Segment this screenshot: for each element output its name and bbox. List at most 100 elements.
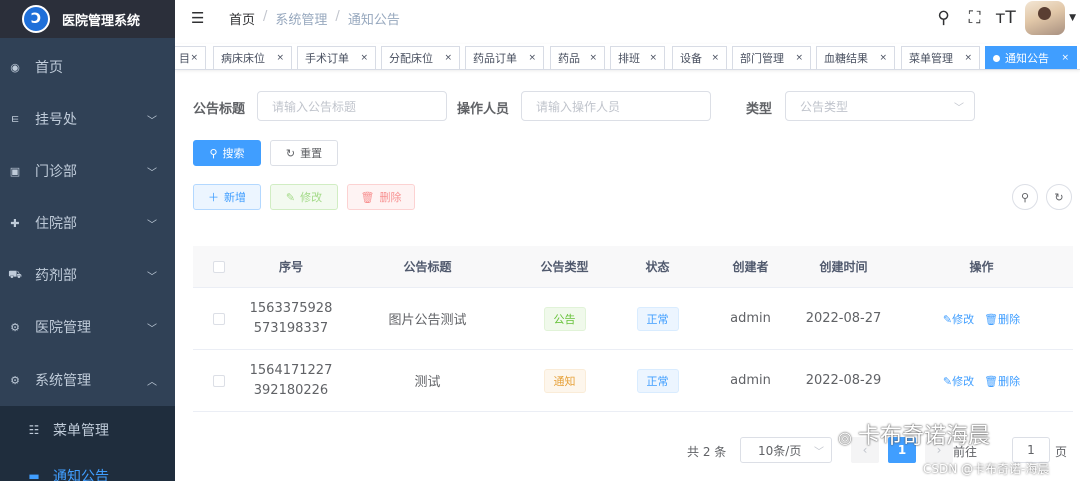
tag-item[interactable]: 药品 × (550, 46, 605, 69)
row-edit-link[interactable]: ✎修改 (943, 311, 974, 327)
sidebar-item-hospital-management[interactable]: ⚙ 医院管理 ﹀ (0, 301, 175, 353)
toggle-search-button[interactable]: ⚲ (1012, 184, 1038, 210)
tag-item[interactable]: 设备 × (672, 46, 727, 69)
tag-item[interactable]: 菜单管理 × (901, 46, 980, 69)
status-badge: 正常 (636, 306, 679, 331)
tags-view: 目 × 病床床位 × 手术订单 × 分配床位 × 药品订单 × 药品 × 排班 × 设备 × 部… (175, 44, 1080, 70)
tag-item[interactable]: 手术订单 × (297, 46, 376, 69)
dashboard-icon: ◉ (10, 60, 20, 74)
close-icon[interactable]: × (879, 53, 887, 63)
row-checkbox[interactable] (193, 288, 245, 349)
notice-title-input[interactable]: 请输入公告标题 (257, 91, 447, 121)
row-actions: ✎修改 🗑删除 (890, 350, 1073, 411)
gear-icon: ⚙ (10, 373, 20, 387)
gear-icon: ⚙ (10, 320, 20, 334)
row-checkbox[interactable] (193, 350, 245, 411)
row-delete-link[interactable]: 🗑删除 (984, 311, 1020, 327)
close-icon[interactable]: × (190, 53, 198, 63)
type-label: 类型 (746, 102, 773, 117)
row-created-time: 2022-08-27 (805, 311, 882, 326)
watermark-csdn: CSDN @卡布奇诺-海晨 (923, 462, 1050, 476)
tag-item[interactable]: 病床床位 × (213, 46, 292, 69)
tag-item[interactable]: 药品订单 × (465, 46, 544, 69)
edit-icon: ✎ (942, 374, 953, 388)
edit-icon: ✎ (285, 190, 296, 204)
register-icon: ㅌ (9, 113, 21, 126)
page-size-select[interactable]: 10条/页 ﹀ (740, 437, 832, 463)
table-row: 1564171227 392180226 测试 通知 正常 admin 2022-… (193, 350, 1073, 412)
row-type: 通知 (518, 350, 611, 411)
tag-item[interactable]: 目 × (175, 46, 206, 69)
select-all-checkbox[interactable] (193, 246, 245, 287)
sidebar-item-registration[interactable]: ㅌ 挂号处 ﹀ (0, 93, 175, 145)
pagination-total: 共 2 条 (687, 445, 727, 459)
refresh-button[interactable]: ↻ (1046, 184, 1072, 210)
delete-button[interactable]: 🗑 删除 (347, 184, 415, 210)
message-icon: ▬ (28, 469, 40, 481)
close-icon[interactable]: × (711, 53, 719, 63)
row-creator: admin (730, 311, 771, 326)
caret-down-icon[interactable]: ▼ (1069, 13, 1076, 23)
col-created-time: 创建时间 (819, 260, 868, 274)
chevron-down-icon: ﹀ (954, 102, 964, 114)
edit-button[interactable]: ✎ 修改 (270, 184, 338, 210)
sidebar-item-clinic[interactable]: ▣ 门诊部 ﹀ (0, 145, 175, 197)
close-icon[interactable]: × (444, 53, 452, 63)
cart-icon: ⛟ (8, 267, 22, 281)
search-icon[interactable]: ⚲ (928, 8, 959, 28)
tag-item[interactable]: 血糖结果 × (816, 46, 895, 69)
sidebar-item-pharmacy[interactable]: ⛟ 药剂部 ﹀ (0, 249, 175, 301)
close-icon[interactable]: × (589, 53, 597, 63)
search-button[interactable]: ⚲ 搜索 (193, 140, 261, 166)
table-row: 1563375928 573198337 图片公告测试 公告 正常 admin 2… (193, 288, 1073, 350)
avatar[interactable] (1025, 1, 1066, 35)
sidebar-item-system-management[interactable]: ⚙ 系统管理 ︿ (0, 354, 175, 406)
notice-title-label: 公告标题 (193, 102, 246, 117)
plus-icon: ＋ (208, 191, 219, 204)
sidebar-item-label: 通知公告 (53, 469, 109, 481)
breadcrumb-system: 系统管理 (275, 13, 328, 28)
tag-item-active[interactable]: 通知公告 × (985, 46, 1077, 69)
sidebar: Ɔ 医院管理系统 ◉ 首页 ㅌ 挂号处 ﹀ ▣ 门诊部 ﹀ ✚ 住院部 ﹀ ⛟ … (0, 0, 175, 481)
row-delete-link[interactable]: 🗑删除 (984, 373, 1020, 389)
sidebar-item-inpatient[interactable]: ✚ 住院部 ﹀ (0, 197, 175, 249)
hospital-logo-icon: Ɔ (22, 5, 50, 33)
edit-icon: ✎ (942, 312, 953, 326)
tag-item[interactable]: 分配床位 × (381, 46, 460, 69)
close-icon[interactable]: × (1061, 53, 1069, 63)
breadcrumb-home[interactable]: 首页 (229, 9, 255, 28)
trash-icon: 🗑 (984, 312, 999, 326)
fullscreen-icon[interactable]: ⛶ (959, 8, 990, 28)
close-icon[interactable]: × (528, 53, 536, 63)
tag-item[interactable]: 部门管理 × (732, 46, 811, 69)
close-icon[interactable]: × (360, 53, 368, 63)
font-size-icon[interactable]: ᴛT (990, 8, 1021, 28)
table-header: 序号 公告标题 公告类型 状态 创建者 创建时间 操作 (193, 246, 1073, 288)
sidebar-item-label: 住院部 (35, 216, 77, 232)
col-creator: 创建者 (732, 260, 769, 274)
chevron-down-icon: ﹀ (147, 219, 157, 231)
close-icon[interactable]: × (795, 53, 803, 63)
col-actions: 操作 (969, 260, 994, 274)
row-id: 1564171227 392180226 (249, 362, 333, 398)
reset-button[interactable]: ↻ 重置 (270, 140, 338, 166)
close-icon[interactable]: × (649, 53, 657, 63)
hamburger-icon[interactable]: ☰ (191, 9, 204, 27)
tag-item[interactable]: 排班 × (610, 46, 665, 69)
row-edit-link[interactable]: ✎修改 (943, 373, 974, 389)
active-dot-icon (993, 54, 1000, 62)
breadcrumb-current: 通知公告 (347, 13, 400, 28)
sidebar-item-home[interactable]: ◉ 首页 (0, 41, 175, 93)
refresh-icon: ↻ (285, 146, 296, 160)
operator-input[interactable]: 请输入操作人员 (521, 91, 711, 121)
row-creator: admin (730, 373, 771, 388)
row-type: 公告 (518, 288, 611, 349)
add-button[interactable]: ＋新增 (193, 184, 261, 210)
wechat-icon: ◎ (838, 428, 852, 447)
close-icon[interactable]: × (964, 53, 972, 63)
close-icon[interactable]: × (276, 53, 284, 63)
search-icon: ⚲ (209, 146, 218, 160)
sidebar-logo[interactable]: Ɔ 医院管理系统 (0, 0, 175, 38)
type-select[interactable]: 公告类型 ﹀ (785, 91, 975, 121)
status-badge: 正常 (636, 368, 679, 393)
